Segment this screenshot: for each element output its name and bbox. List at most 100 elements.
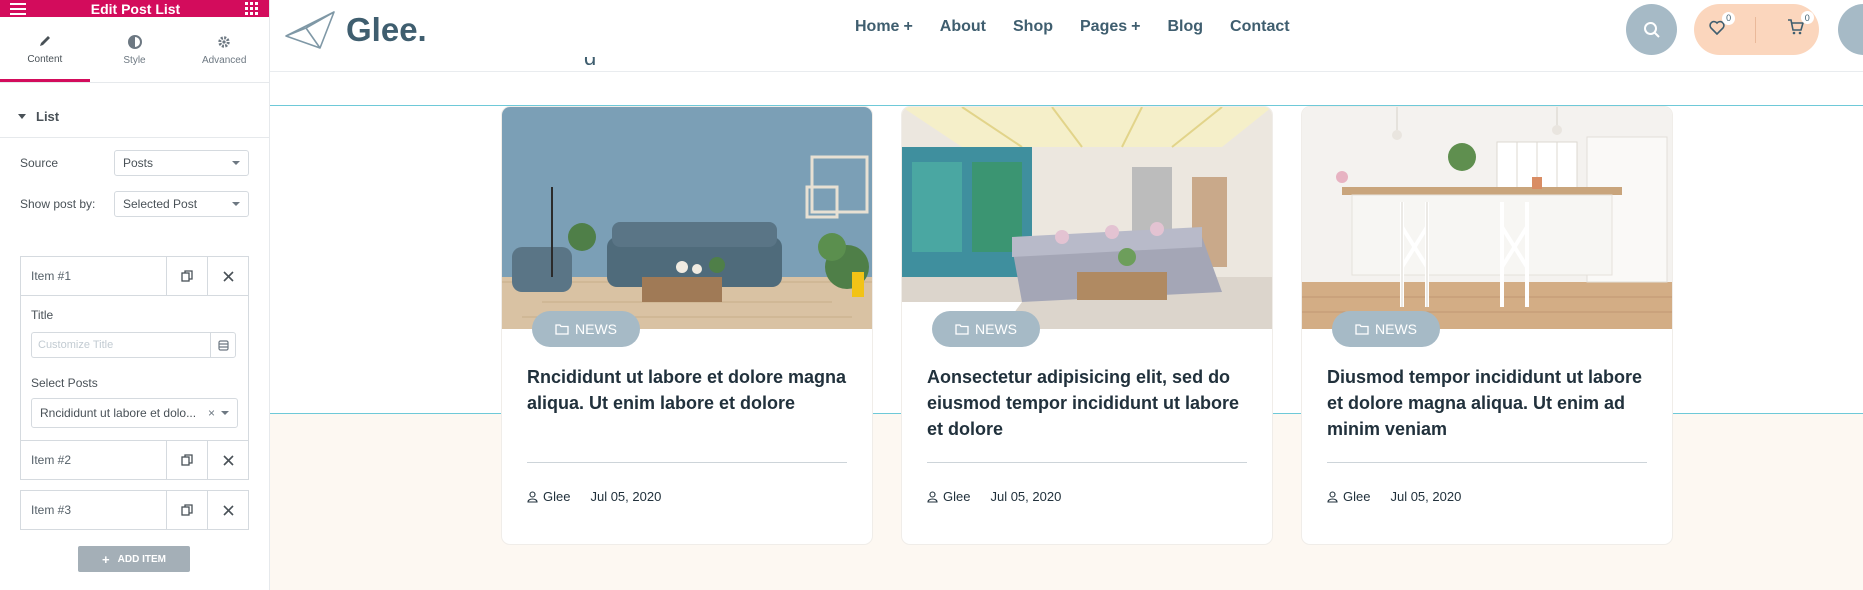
- menu-item-contact[interactable]: Contact: [1230, 18, 1290, 36]
- duplicate-item-button[interactable]: [166, 257, 207, 295]
- post-card[interactable]: NEWS Aonsectetur adipisicing elit, sed d…: [902, 107, 1272, 544]
- close-icon: [222, 270, 234, 282]
- menu-item-shop[interactable]: Shop: [1013, 18, 1053, 36]
- post-title[interactable]: Diusmod tempor incididunt ut labore et d…: [1327, 364, 1652, 442]
- repeater-item-title[interactable]: Item #1: [21, 257, 166, 295]
- tab-advanced[interactable]: Advanced: [179, 17, 269, 82]
- dynamic-tags-button[interactable]: [210, 332, 236, 358]
- folder-icon: [1355, 324, 1369, 335]
- database-icon: [217, 339, 229, 351]
- search-button[interactable]: [1626, 4, 1677, 55]
- copy-icon: [181, 504, 193, 516]
- remove-item-button[interactable]: [207, 257, 248, 295]
- category-badge[interactable]: NEWS: [1332, 311, 1440, 347]
- cart-count-badge: 0: [1800, 11, 1814, 24]
- site-logo[interactable]: Glee.: [284, 10, 427, 50]
- show-post-by-value: Selected Post: [123, 197, 198, 211]
- section-list-toggle[interactable]: List: [0, 96, 269, 138]
- menu-item-blog[interactable]: Blog: [1167, 18, 1203, 36]
- title-field-label: Title: [31, 308, 54, 322]
- tab-style[interactable]: Style: [90, 17, 180, 82]
- post-title[interactable]: Rncididunt ut labore et dolore magna ali…: [527, 364, 852, 416]
- menu-item-about[interactable]: About: [940, 18, 986, 36]
- dropdown-arrow-icon: [221, 411, 229, 415]
- menu-item-pages[interactable]: Pages +: [1080, 18, 1140, 36]
- remove-item-button[interactable]: [207, 491, 248, 529]
- panel-tabs: Content Style Advanced: [0, 17, 269, 83]
- close-icon: [222, 454, 234, 466]
- tab-content[interactable]: Content: [0, 17, 90, 82]
- source-select[interactable]: Posts: [114, 150, 249, 176]
- wishlist-button[interactable]: 0: [1709, 11, 1736, 40]
- dropdown-arrow-icon: [232, 202, 240, 206]
- logo-text: Glee.: [346, 11, 427, 48]
- panel-title: Edit Post List: [90, 0, 181, 17]
- post-date: Jul 05, 2020: [1390, 489, 1462, 504]
- category-label: NEWS: [975, 321, 1017, 337]
- plus-icon: +: [1131, 18, 1141, 35]
- clear-selection-icon[interactable]: ×: [208, 406, 215, 420]
- post-card[interactable]: NEWS Diusmod tempor incididunt ut labore…: [1302, 107, 1672, 544]
- repeater-item-title[interactable]: Item #3: [21, 491, 166, 529]
- select-posts-field[interactable]: Rncididunt ut labore et dolo... ×: [31, 398, 238, 428]
- divider: [527, 462, 847, 463]
- plus-icon: +: [102, 551, 110, 567]
- screen: Edit Post List Content Style Advanced Li…: [0, 0, 1863, 590]
- menu-item-home[interactable]: Home +: [855, 18, 913, 36]
- folder-icon: [555, 324, 569, 335]
- author-name: Glee: [943, 489, 971, 504]
- user-icon: [527, 490, 538, 503]
- post-meta: Glee Jul 05, 2020: [927, 489, 1061, 504]
- post-card[interactable]: NEWS Rncididunt ut labore et dolore magn…: [502, 107, 872, 544]
- hamburger-menu-icon[interactable]: [10, 2, 26, 15]
- menu-label: Blog: [1167, 18, 1204, 35]
- pencil-icon: [36, 32, 54, 50]
- panel-header: Edit Post List: [0, 0, 269, 17]
- copy-icon: [181, 454, 193, 466]
- folder-icon: [955, 324, 969, 335]
- duplicate-item-button[interactable]: [166, 441, 207, 479]
- section-title: List: [36, 109, 60, 124]
- half-circle-icon: [126, 33, 144, 51]
- divider: [1755, 16, 1757, 43]
- account-button[interactable]: [1838, 4, 1863, 55]
- gear-icon: [215, 33, 233, 51]
- source-control: Source Posts: [20, 150, 249, 176]
- cart-icon: [1787, 19, 1804, 35]
- title-input[interactable]: Customize Title: [31, 332, 210, 358]
- tab-advanced-label: Advanced: [201, 55, 247, 66]
- copy-icon: [181, 270, 193, 282]
- category-badge[interactable]: NEWS: [532, 311, 640, 347]
- site-header: Glee. Home + About Shop Pages + Blog Conta…: [270, 0, 1863, 72]
- post-image-kitchen[interactable]: [1302, 107, 1672, 329]
- repeater-item-body: Title Customize Title Select Posts Rncid…: [21, 295, 248, 440]
- post-date: Jul 05, 2020: [990, 489, 1062, 504]
- search-icon: [1643, 21, 1660, 38]
- source-select-value: Posts: [123, 156, 154, 170]
- widgets-grid-icon[interactable]: [244, 1, 259, 16]
- plus-icon: +: [903, 18, 913, 35]
- post-title[interactable]: Aonsectetur adipisicing elit, sed do eiu…: [927, 364, 1252, 442]
- category-badge[interactable]: NEWS: [932, 311, 1040, 347]
- paper-plane-logo-icon: [285, 11, 335, 49]
- author-name: Glee: [543, 489, 571, 504]
- show-post-by-label: Show post by:: [20, 197, 96, 211]
- category-label: NEWS: [575, 321, 617, 337]
- repeater-item-title[interactable]: Item #2: [21, 441, 166, 479]
- close-icon: [222, 504, 234, 516]
- select-posts-label: Select Posts: [31, 376, 98, 390]
- post-author[interactable]: Glee: [527, 489, 570, 504]
- post-image-living-room[interactable]: [502, 107, 872, 329]
- add-item-button[interactable]: + ADD ITEM: [78, 546, 190, 572]
- show-post-by-select[interactable]: Selected Post: [114, 191, 249, 217]
- select-posts-value: Rncididunt ut labore et dolo...: [40, 406, 197, 420]
- section-guide-top: [270, 105, 1863, 106]
- remove-item-button[interactable]: [207, 441, 248, 479]
- menu-label: Pages: [1080, 18, 1128, 35]
- cart-button[interactable]: 0: [1787, 11, 1814, 40]
- post-author[interactable]: Glee: [927, 489, 970, 504]
- dropdown-arrow-icon: [232, 161, 240, 165]
- post-author[interactable]: Glee: [1327, 489, 1370, 504]
- post-image-lounge[interactable]: [902, 107, 1272, 329]
- duplicate-item-button[interactable]: [166, 491, 207, 529]
